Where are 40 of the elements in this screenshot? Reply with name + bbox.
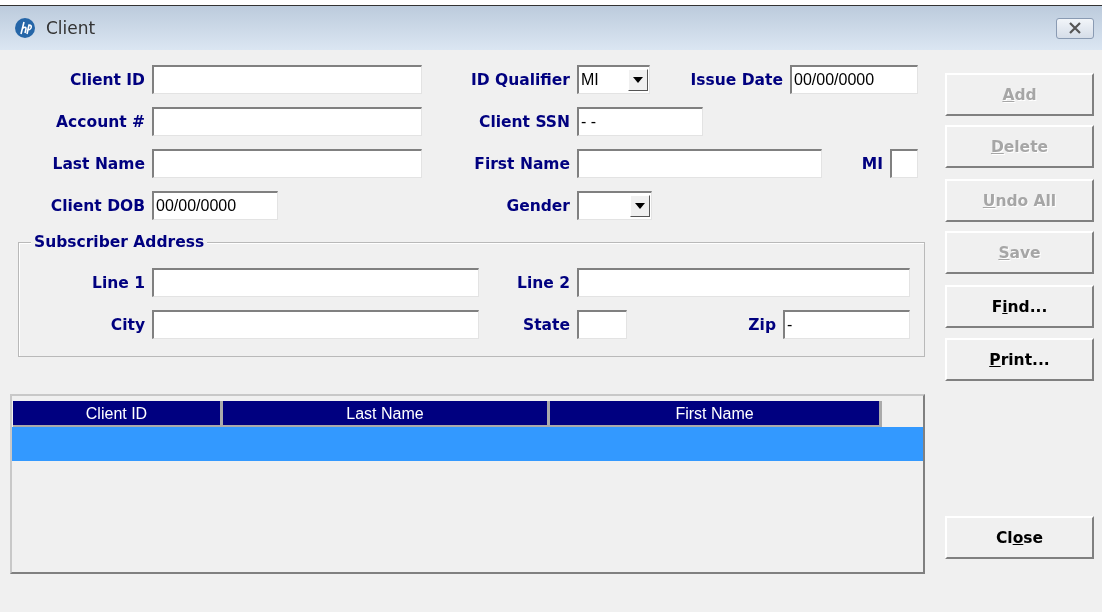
close-icon [1067, 22, 1083, 34]
print-button[interactable]: Print... [945, 338, 1094, 381]
close-button[interactable]: Close [945, 516, 1094, 559]
field-label: First Name [473, 154, 570, 173]
field-label: Gender [505, 196, 570, 215]
input-field[interactable]: 00/00/0000 [152, 191, 278, 220]
column-header[interactable]: First Name [550, 401, 882, 427]
field-label: Client ID [69, 70, 145, 89]
input-field[interactable] [152, 268, 479, 297]
close-button[interactable] [1056, 17, 1094, 39]
input-field[interactable] [577, 310, 627, 339]
field-label: State [522, 315, 570, 334]
input-field[interactable] [152, 65, 422, 94]
field-label: MI [860, 154, 883, 173]
column-header[interactable]: Last Name [223, 401, 550, 427]
input-field[interactable] [152, 149, 422, 178]
field-label: Zip [747, 315, 776, 334]
logo-icon [14, 17, 36, 39]
field-label: Client DOB [49, 196, 145, 215]
input-field[interactable] [577, 149, 822, 178]
input-field[interactable]: - - [577, 107, 703, 136]
input-field[interactable]: - [783, 310, 910, 339]
window-title: Client [46, 18, 97, 38]
field-label: Issue Date [689, 70, 783, 89]
input-field[interactable]: 00/00/0000 [790, 65, 918, 94]
input-field[interactable] [890, 149, 918, 178]
column-header[interactable]: Client ID [13, 401, 223, 427]
dropdown[interactable]: MI [577, 65, 650, 94]
input-field[interactable] [577, 268, 910, 297]
field-label: Client SSN [478, 112, 570, 131]
field-label: Line 1 [91, 273, 145, 292]
find-button[interactable]: Find... [945, 285, 1094, 328]
field-label: Line 2 [516, 273, 570, 292]
dropdown[interactable] [577, 191, 652, 220]
input-field[interactable] [152, 107, 422, 136]
field-label: ID Qualifier [470, 70, 570, 89]
input-field[interactable] [152, 310, 479, 339]
field-label: Account # [55, 112, 145, 131]
field-label: City [109, 315, 145, 334]
field-label: Last Name [51, 154, 145, 173]
